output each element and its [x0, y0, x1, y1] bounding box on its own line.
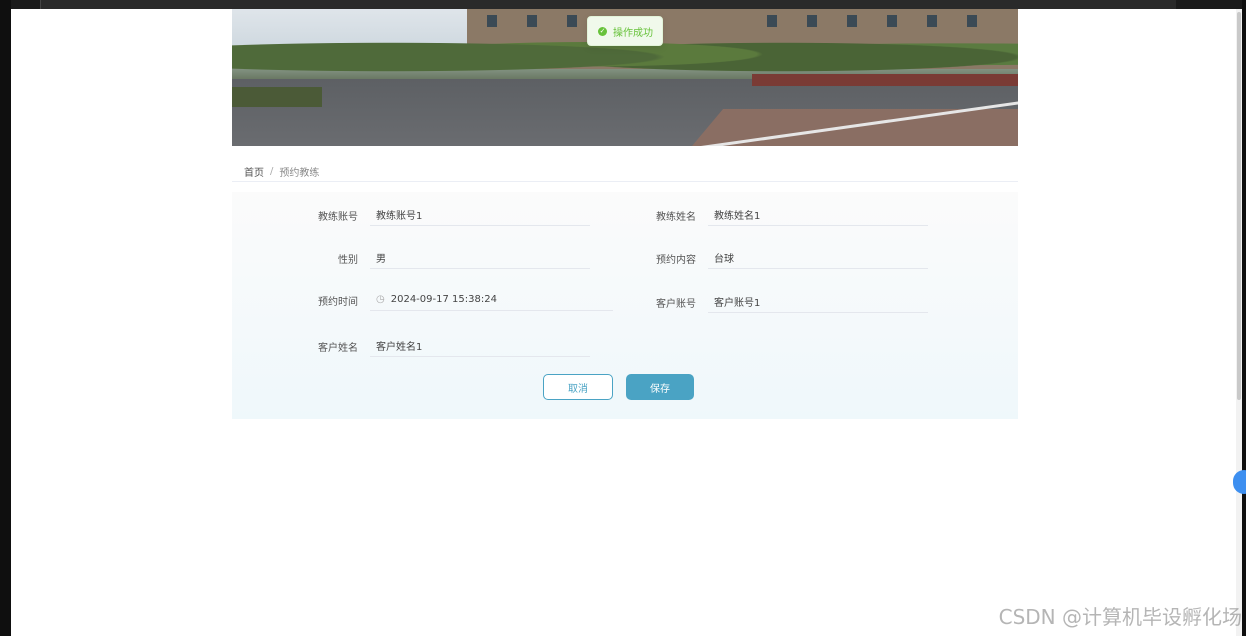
time-picker[interactable]: ◷ 2024-09-17 15:38:24 — [370, 289, 613, 311]
clock-icon: ◷ — [376, 294, 385, 305]
breadcrumb-current: 预约教练 — [279, 168, 320, 179]
coach-account-label: 教练账号 — [318, 211, 358, 223]
save-button[interactable]: 保存 — [626, 374, 694, 400]
content-input[interactable]: 台球 — [708, 247, 928, 269]
check-circle-icon: ✓ — [598, 26, 607, 36]
form-row-time: 预约时间 ◷ 2024-09-17 15:38:24 — [288, 289, 613, 311]
time-value: 2024-09-17 15:38:24 — [390, 294, 497, 305]
form-row-customer-name: 客户姓名 客户姓名1 — [288, 335, 590, 357]
watermark: CSDN @计算机毕设孵化场 — [998, 605, 1242, 629]
coach-account-input[interactable]: 教练账号1 — [370, 204, 590, 226]
breadcrumb-home[interactable]: 首页 — [244, 164, 264, 179]
coach-name-label: 教练姓名 — [656, 211, 696, 223]
form-row-coach-name: 教练姓名 教练姓名1 — [626, 204, 928, 226]
breadcrumb-divider — [232, 181, 1018, 182]
customer-name-label: 客户姓名 — [318, 342, 358, 354]
cancel-button[interactable]: 取消 — [543, 374, 613, 400]
browser-tab-strip — [40, 0, 1176, 9]
content-label: 预约内容 — [656, 254, 696, 266]
coach-name-input[interactable]: 教练姓名1 — [708, 204, 928, 226]
breadcrumb: 首页 / 预约教练 — [244, 164, 319, 179]
customer-account-label: 客户账号 — [656, 298, 696, 310]
toast-message: 操作成功 — [613, 27, 653, 39]
window-left-edge — [0, 0, 11, 636]
gender-input[interactable]: 男 — [370, 247, 590, 269]
form-row-customer-account: 客户账号 客户账号1 — [626, 291, 928, 313]
customer-name-input[interactable]: 客户姓名1 — [370, 335, 590, 357]
form-row-gender: 性别 男 — [288, 247, 590, 269]
window-right-edge — [1242, 0, 1246, 636]
gender-label: 性别 — [338, 254, 358, 266]
window-top-bar — [0, 0, 1246, 9]
time-label: 预约时间 — [318, 296, 358, 308]
breadcrumb-separator: / — [270, 166, 274, 177]
floating-assistant-button[interactable] — [1233, 470, 1246, 494]
form-row-content: 预约内容 台球 — [626, 247, 928, 269]
form-row-coach-account: 教练账号 教练账号1 — [288, 204, 590, 226]
scrollbar-thumb[interactable] — [1237, 12, 1241, 400]
customer-account-input[interactable]: 客户账号1 — [708, 291, 928, 313]
success-toast: ✓ 操作成功 — [587, 16, 663, 46]
